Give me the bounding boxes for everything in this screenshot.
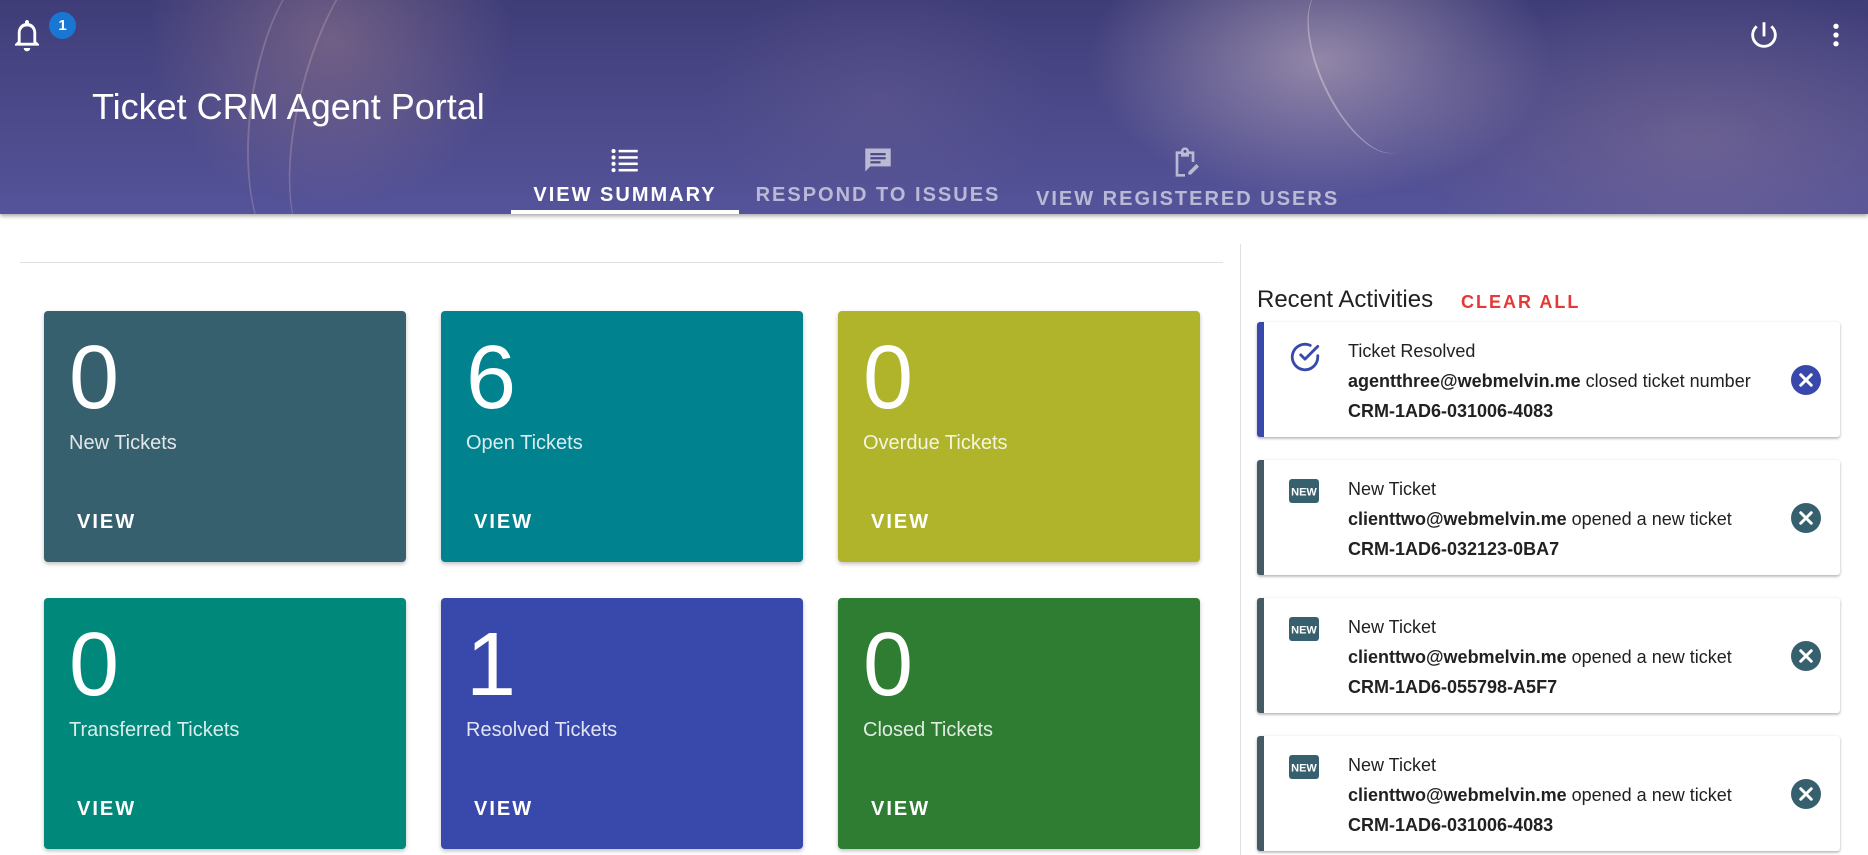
activity-action: opened a new ticket	[1566, 785, 1732, 805]
tab-view-registered-users[interactable]: VIEW REGISTERED USERS	[1036, 142, 1340, 214]
view-resolved-tickets-button[interactable]: VIEW	[474, 798, 533, 821]
more-options-icon[interactable]	[1822, 18, 1850, 52]
divider	[20, 262, 1223, 263]
new-tickets-card: 0 New Tickets VIEW	[44, 311, 406, 562]
activity-title: Ticket Resolved	[1348, 341, 1476, 361]
ticket-count: 1	[466, 615, 517, 715]
new-badge-icon: NEW	[1288, 478, 1320, 509]
ticket-label: Transferred Tickets	[69, 719, 240, 741]
svg-text:NEW: NEW	[1291, 487, 1317, 499]
activity-item: NEW New Ticket clienttwo@webmelvin.me op…	[1257, 736, 1840, 851]
ticket-label: Closed Tickets	[863, 719, 994, 741]
activity-description: clienttwo@webmelvin.me opened a new tick…	[1348, 509, 1732, 530]
ticket-label: New Tickets	[69, 432, 177, 454]
check-circle-icon	[1288, 340, 1322, 379]
notifications-bell-icon[interactable]: 1	[10, 12, 76, 54]
app-header: 1 Ticket CRM Agent Portal VIEW SUMMARY R…	[0, 0, 1868, 214]
activity-title: New Ticket	[1348, 755, 1437, 775]
recent-activities-title: Recent Activities	[1257, 286, 1434, 313]
tab-view-summary[interactable]: VIEW SUMMARY	[511, 142, 739, 214]
svg-text:NEW: NEW	[1291, 763, 1317, 775]
tab-respond-to-issues[interactable]: RESPOND TO ISSUES	[752, 142, 1004, 214]
activity-user: clienttwo@webmelvin.me	[1348, 647, 1567, 667]
view-closed-tickets-button[interactable]: VIEW	[871, 798, 930, 821]
message-icon	[865, 148, 891, 172]
dismiss-activity-icon[interactable]	[1791, 365, 1821, 395]
activity-action: opened a new ticket	[1566, 647, 1732, 667]
ticket-label: Open Tickets	[466, 432, 583, 454]
activity-user: clienttwo@webmelvin.me	[1348, 509, 1567, 529]
view-overdue-tickets-button[interactable]: VIEW	[871, 511, 930, 534]
activity-item: NEW New Ticket clienttwo@webmelvin.me op…	[1257, 460, 1840, 575]
closed-tickets-card: 0 Closed Tickets VIEW	[838, 598, 1200, 849]
dismiss-activity-icon[interactable]	[1791, 779, 1821, 809]
list-icon	[611, 149, 638, 173]
activity-description: agentthree@webmelvin.me closed ticket nu…	[1348, 371, 1751, 392]
transferred-tickets-card: 0 Transferred Tickets VIEW	[44, 598, 406, 849]
view-open-tickets-button[interactable]: VIEW	[474, 511, 533, 534]
activity-ticket-id: CRM-1AD6-055798-A5F7	[1348, 677, 1558, 697]
ticket-count: 6	[466, 328, 517, 428]
activity-user: agentthree@webmelvin.me	[1348, 371, 1581, 391]
clear-all-button[interactable]: CLEAR ALL	[1461, 292, 1580, 313]
tab-label: VIEW SUMMARY	[533, 184, 717, 206]
ticket-count: 0	[863, 328, 914, 428]
activity-ticket-id: CRM-1AD6-032123-0BA7	[1348, 539, 1560, 559]
ticket-label: Overdue Tickets	[863, 432, 1008, 454]
overdue-tickets-card: 0 Overdue Tickets VIEW	[838, 311, 1200, 562]
ticket-count: 0	[69, 328, 120, 428]
tab-label: RESPOND TO ISSUES	[755, 184, 1001, 206]
svg-text:NEW: NEW	[1291, 625, 1317, 637]
new-badge-icon: NEW	[1288, 754, 1320, 785]
dismiss-activity-icon[interactable]	[1791, 503, 1821, 533]
activity-item: NEW New Ticket clienttwo@webmelvin.me op…	[1257, 598, 1840, 713]
panel-divider	[1240, 244, 1241, 855]
activity-ticket-id: CRM-1AD6-031006-4083	[1348, 815, 1554, 835]
resolved-tickets-card: 1 Resolved Tickets VIEW	[441, 598, 803, 849]
activity-user: clienttwo@webmelvin.me	[1348, 785, 1567, 805]
activity-ticket-id: CRM-1AD6-031006-4083	[1348, 401, 1554, 421]
view-transferred-tickets-button[interactable]: VIEW	[77, 798, 136, 821]
dismiss-activity-icon[interactable]	[1791, 641, 1821, 671]
clipboard-edit-icon	[1175, 147, 1199, 177]
activity-action: closed ticket number	[1580, 371, 1751, 391]
activity-title: New Ticket	[1348, 479, 1437, 499]
app-title: Ticket CRM Agent Portal	[92, 86, 485, 127]
tab-label: VIEW REGISTERED USERS	[1036, 188, 1340, 210]
new-badge-icon: NEW	[1288, 616, 1320, 647]
activity-description: clienttwo@webmelvin.me opened a new tick…	[1348, 647, 1732, 668]
open-tickets-card: 6 Open Tickets VIEW	[441, 311, 803, 562]
activity-action: opened a new ticket	[1566, 509, 1732, 529]
notification-count-badge: 1	[49, 12, 76, 39]
ticket-count: 0	[69, 615, 120, 715]
ticket-label: Resolved Tickets	[466, 719, 618, 741]
power-icon[interactable]	[1747, 18, 1781, 52]
activity-item: Ticket Resolved agentthree@webmelvin.me …	[1257, 322, 1840, 437]
view-new-tickets-button[interactable]: VIEW	[77, 511, 136, 534]
ticket-count: 0	[863, 615, 914, 715]
activity-title: New Ticket	[1348, 617, 1437, 637]
activity-description: clienttwo@webmelvin.me opened a new tick…	[1348, 785, 1732, 806]
